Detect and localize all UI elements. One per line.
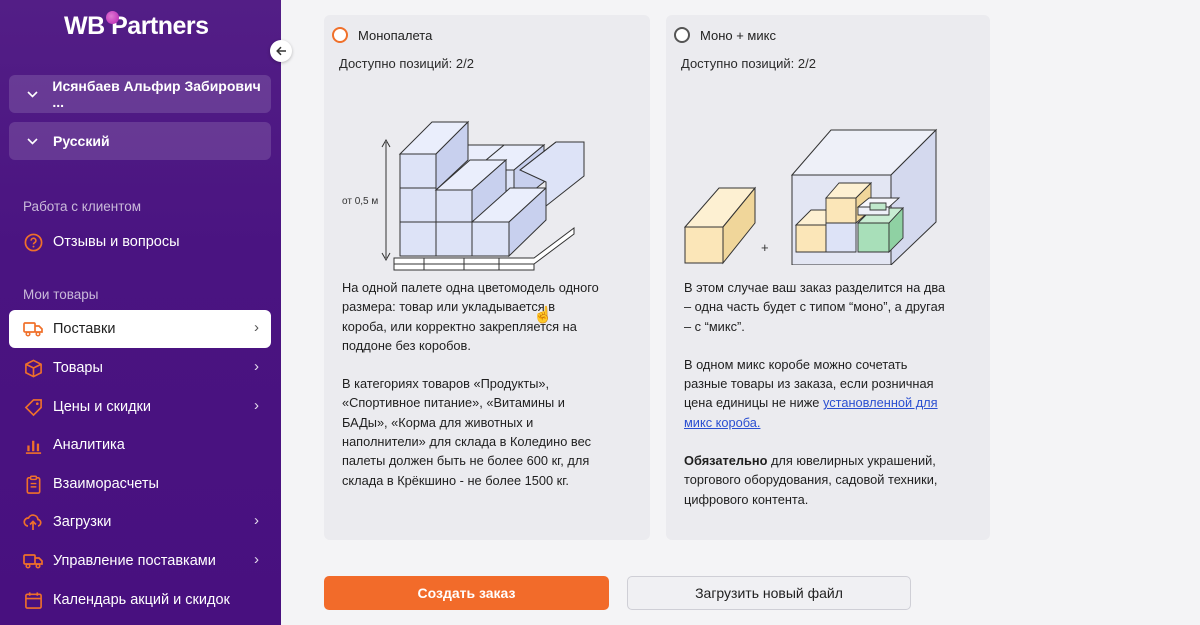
clipboard-icon <box>23 474 43 494</box>
plus-sign: + <box>761 240 769 255</box>
chevron-down-icon <box>27 87 52 101</box>
option-card-mono[interactable]: Монопалета Доступно позиций: 2/2 от 0,5 … <box>324 15 650 540</box>
mix-mandatory-label: Обязательно <box>684 453 768 469</box>
chevron-down-icon <box>27 134 53 148</box>
option-title: Монопалета <box>358 28 433 43</box>
create-order-button[interactable]: Создать заказ <box>324 576 609 610</box>
nav-label: Товары <box>53 360 103 376</box>
available-positions: Доступно позиций: 2/2 <box>339 56 474 71</box>
nav-item-products[interactable]: Товары › <box>9 349 271 387</box>
height-label: от 0,5 м <box>342 196 378 207</box>
nav-label: Поставки <box>53 321 116 337</box>
nav-label: Загрузки <box>53 514 112 530</box>
nav-label: Аналитика <box>53 437 125 453</box>
section-title-goods: Мои товары <box>23 287 99 302</box>
mono-mix-illustration: + <box>683 128 938 265</box>
nav-label: Взаиморасчеты <box>53 476 159 492</box>
wb-partners-logo[interactable]: WB Partners <box>64 11 209 41</box>
option-card-mono-mix[interactable]: Моно + микс Доступно позиций: 2/2 + В эт… <box>666 15 990 540</box>
chevron-right-icon: › <box>254 551 259 568</box>
upload-new-file-button[interactable]: Загрузить новый файл <box>627 576 911 610</box>
mono-paragraph-1: На одной палете одна цветомодель одного … <box>342 280 599 353</box>
calendar-icon <box>23 590 43 610</box>
nav-label: Отзывы и вопросы <box>53 234 180 250</box>
user-name: Исянбаев Альфир Забирович ... <box>52 78 261 110</box>
nav-label: Цены и скидки <box>53 399 151 415</box>
chevron-right-icon: › <box>254 512 259 529</box>
tag-icon <box>23 397 43 417</box>
nav-item-prices[interactable]: Цены и скидки › <box>9 388 271 426</box>
radio-mono-mix[interactable] <box>674 27 690 43</box>
mix-paragraph-3: Обязательно для ювелирных украшений, тор… <box>684 451 954 509</box>
nav-item-settlements[interactable]: Взаиморасчеты <box>9 465 271 503</box>
radio-mono[interactable] <box>332 27 348 43</box>
nav-item-analytics[interactable]: Аналитика <box>9 426 271 464</box>
nav-label: Управление поставками <box>53 553 216 569</box>
mix-description: В этом случае ваш заказ разделится на дв… <box>684 278 954 528</box>
mix-paragraph-2: В одном микс коробе можно сочетать разны… <box>684 355 954 432</box>
language-dropdown[interactable]: Русский <box>9 122 271 160</box>
nav-item-supplies[interactable]: Поставки › <box>9 310 271 348</box>
sidebar: WB Partners Исянбаев Альфир Забирович ..… <box>0 0 281 625</box>
mix-paragraph-1: В этом случае ваш заказ разделится на дв… <box>684 280 946 334</box>
nav-item-calendar[interactable]: Календарь акций и скидок <box>9 581 271 619</box>
box-icon <box>23 358 43 378</box>
nav-item-uploads[interactable]: Загрузки › <box>9 503 271 541</box>
logo-dot <box>106 11 119 24</box>
chevron-right-icon: › <box>254 397 259 414</box>
truck-icon <box>23 319 43 339</box>
truck-icon <box>23 551 43 571</box>
nav-item-reviews[interactable]: Отзывы и вопросы <box>9 223 271 261</box>
cloud-upload-icon <box>23 512 43 532</box>
nav-label: Календарь акций и скидок <box>53 592 230 608</box>
available-positions: Доступно позиций: 2/2 <box>681 56 816 71</box>
logo-wb-text: WB <box>64 12 105 40</box>
mono-description: На одной палете одна цветомодель одного … <box>342 278 602 509</box>
chevron-right-icon: › <box>254 358 259 375</box>
user-dropdown[interactable]: Исянбаев Альфир Забирович ... <box>9 75 271 113</box>
language-value: Русский <box>53 133 110 149</box>
chevron-right-icon: › <box>254 319 259 336</box>
collapse-sidebar-button[interactable] <box>270 40 292 62</box>
option-title: Моно + микс <box>700 28 776 43</box>
mono-paragraph-2: В категориях товаров «Продукты», «Спорти… <box>342 376 592 488</box>
hand-cursor-icon: ☝ <box>533 307 553 324</box>
mono-pallet-illustration: от 0,5 м <box>342 120 585 271</box>
bar-chart-icon <box>23 435 43 455</box>
nav-item-supply-management[interactable]: Управление поставками › <box>9 542 271 580</box>
section-title-client: Работа с клиентом <box>23 199 142 214</box>
logo-partners-text: Partners <box>111 12 209 40</box>
question-circle-icon <box>23 232 43 252</box>
